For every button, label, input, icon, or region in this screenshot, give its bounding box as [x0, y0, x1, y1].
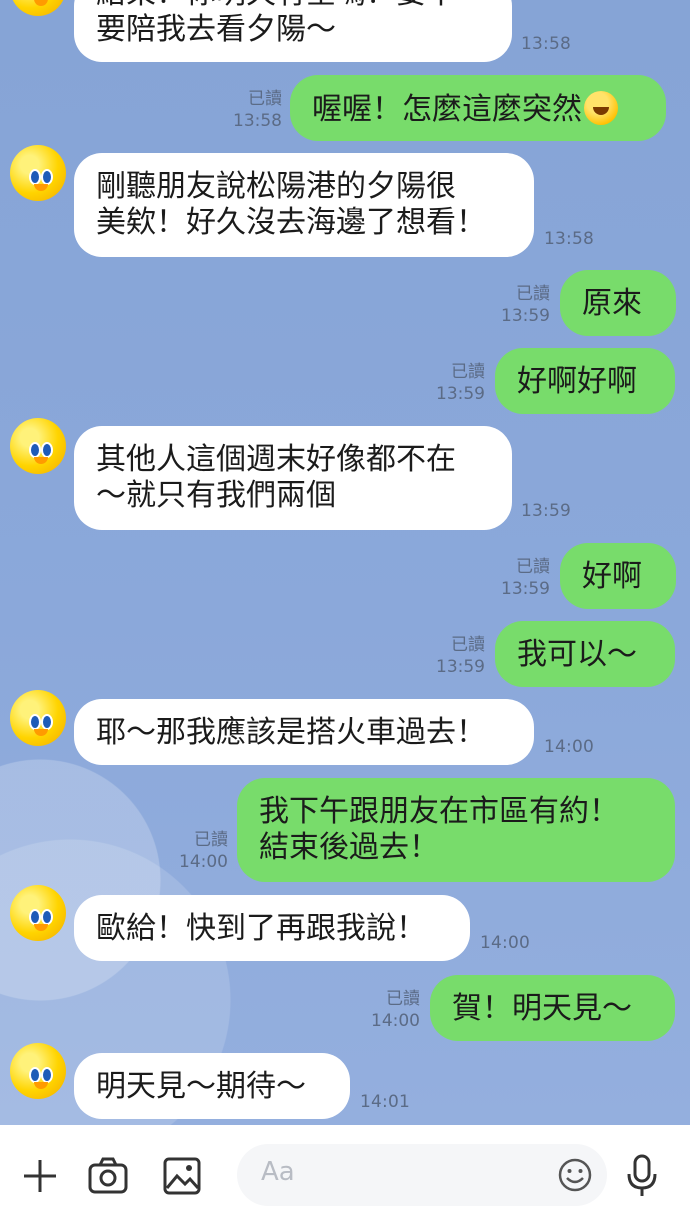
microphone-icon[interactable] — [618, 1152, 666, 1200]
message-text: 結束後過去！ — [259, 830, 439, 865]
message-time: 13:58 — [521, 34, 571, 54]
message-text: 剛聽朋友說松陽港的夕陽很 — [96, 169, 456, 204]
outgoing-message-bubble[interactable]: 賀！明天見～ — [430, 975, 675, 1041]
message-text: 好啊好啊 — [517, 364, 637, 399]
outgoing-message-bubble[interactable]: 喔喔！怎麼這麼突然 — [290, 75, 666, 141]
read-receipt: 已讀 13:59 — [436, 635, 485, 677]
message-text: 明天見～期待～ — [96, 1069, 306, 1104]
camera-icon[interactable] — [84, 1152, 132, 1200]
incoming-message-bubble[interactable]: 歐給！快到了再跟我說！ — [74, 895, 470, 961]
incoming-message-bubble[interactable]: 明天見～期待～ — [74, 1053, 350, 1119]
incoming-message-bubble[interactable]: 耶～那我應該是搭火車過去！ — [74, 699, 534, 765]
read-receipt: 已讀 13:59 — [501, 557, 550, 599]
message-time: 14:00 — [544, 737, 594, 757]
message-text: 結束！你明天有空嗎？要不 — [96, 0, 490, 12]
message-text: 我可以～ — [517, 637, 637, 672]
message-text: 美欸！好久沒去海邊了想看！ — [96, 205, 486, 240]
message-input[interactable]: Aa — [237, 1144, 607, 1206]
message-time: 13:59 — [521, 501, 571, 521]
incoming-message-bubble[interactable]: 結束！你明天有空嗎？要不 要陪我去看夕陽～ — [74, 0, 512, 62]
message-input-bar: Aa — [0, 1125, 690, 1230]
outgoing-message-bubble[interactable]: 我下午跟朋友在市區有約！ 結束後過去！ — [237, 778, 675, 882]
contact-avatar[interactable] — [10, 418, 66, 474]
message-text: 喔喔！怎麼這麼突然 — [312, 92, 582, 127]
plus-icon[interactable] — [16, 1152, 64, 1200]
message-text: 賀！明天見～ — [452, 991, 632, 1026]
message-text: 好啊 — [582, 559, 642, 594]
read-receipt: 已讀 13:58 — [233, 89, 282, 131]
message-text: 其他人這個週末好像都不在 — [96, 442, 456, 477]
message-time: 14:00 — [480, 933, 530, 953]
chat-area[interactable]: 結束！你明天有空嗎？要不 要陪我去看夕陽～ 13:58 已讀 13:58 喔喔！… — [0, 0, 690, 1125]
message-text: 耶～那我應該是搭火車過去！ — [96, 715, 486, 750]
read-receipt: 已讀 14:00 — [179, 830, 228, 872]
contact-avatar[interactable] — [10, 1043, 66, 1099]
contact-avatar[interactable] — [10, 0, 66, 16]
image-icon[interactable] — [158, 1152, 206, 1200]
contact-avatar[interactable] — [10, 885, 66, 941]
read-receipt: 已讀 13:59 — [501, 284, 550, 326]
smiley-icon[interactable] — [557, 1157, 593, 1193]
read-receipt: 已讀 14:00 — [371, 989, 420, 1031]
message-time: 14:01 — [360, 1092, 410, 1112]
message-text: 要陪我去看夕陽～ — [96, 12, 336, 47]
laughing-emoji-icon — [584, 91, 618, 125]
outgoing-message-bubble[interactable]: 好啊 — [560, 543, 676, 609]
message-time: 13:58 — [544, 229, 594, 249]
message-text: ～就只有我們兩個 — [96, 478, 336, 513]
message-text: 我下午跟朋友在市區有約！ — [259, 794, 619, 829]
contact-avatar[interactable] — [10, 690, 66, 746]
outgoing-message-bubble[interactable]: 我可以～ — [495, 621, 675, 687]
outgoing-message-bubble[interactable]: 好啊好啊 — [495, 348, 675, 414]
incoming-message-bubble[interactable]: 其他人這個週末好像都不在 ～就只有我們兩個 — [74, 426, 512, 530]
message-text: 原來 — [582, 286, 642, 321]
message-text: 歐給！快到了再跟我說！ — [96, 911, 426, 946]
incoming-message-bubble[interactable]: 剛聽朋友說松陽港的夕陽很 美欸！好久沒去海邊了想看！ — [74, 153, 534, 257]
input-placeholder: Aa — [261, 1157, 295, 1187]
outgoing-message-bubble[interactable]: 原來 — [560, 270, 676, 336]
read-receipt: 已讀 13:59 — [436, 362, 485, 404]
contact-avatar[interactable] — [10, 145, 66, 201]
